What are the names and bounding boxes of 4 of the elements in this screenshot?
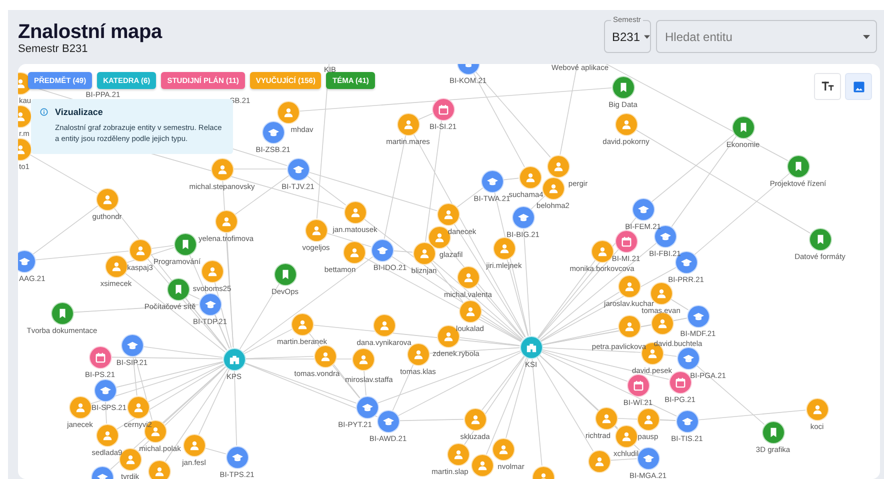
search-field[interactable]: Hledat entitu bbox=[656, 20, 877, 53]
info-title: Vizualizace bbox=[55, 107, 104, 118]
page-subtitle: Semestr B231 bbox=[18, 43, 89, 55]
page-title: Znalostní mapa bbox=[18, 21, 162, 43]
